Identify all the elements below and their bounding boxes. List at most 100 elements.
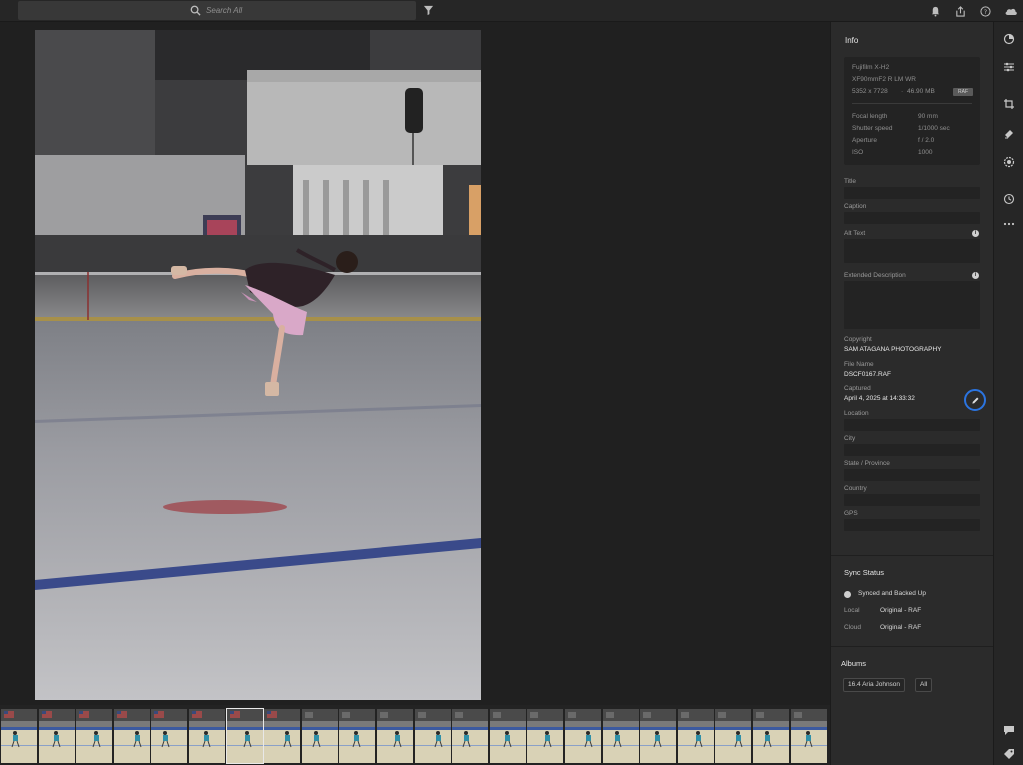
edit-capture-time-button[interactable]	[964, 389, 986, 411]
copyright-value[interactable]: SAM ATAGANA PHOTOGRAPHY	[844, 346, 942, 353]
pencil-icon	[971, 397, 978, 404]
photo-viewport[interactable]	[0, 22, 830, 705]
shutter-speed-value: 1/1000 sec	[918, 125, 950, 132]
alt-text-field[interactable]	[844, 239, 980, 263]
state-field[interactable]	[844, 469, 980, 481]
gps-field[interactable]	[844, 519, 980, 531]
filmstrip-thumbnail[interactable]	[640, 709, 676, 763]
crop-icon[interactable]	[1001, 96, 1017, 112]
filmstrip-thumbnail[interactable]	[715, 709, 751, 763]
filmstrip-thumbnail[interactable]	[452, 709, 488, 763]
local-value: Original - RAF	[880, 607, 922, 614]
caption-label: Caption	[844, 203, 867, 210]
keywords-icon[interactable]	[1001, 746, 1017, 762]
filmstrip-thumbnail[interactable]	[565, 709, 601, 763]
gps-label: GPS	[844, 510, 858, 517]
filmstrip-thumbnail[interactable]	[753, 709, 789, 763]
filmstrip-thumbnail[interactable]	[114, 709, 150, 763]
filmstrip-thumbnail[interactable]	[151, 709, 187, 763]
copyright-label: Copyright	[844, 336, 872, 343]
iso-label: ISO	[852, 149, 864, 156]
main-photo[interactable]	[35, 30, 481, 700]
filmstrip-thumbnail[interactable]	[264, 709, 300, 763]
shutter-speed-label: Shutter speed	[852, 125, 893, 132]
filmstrip-thumbnail[interactable]	[302, 709, 338, 763]
versions-icon[interactable]	[1001, 191, 1017, 207]
file-name-label: File Name	[844, 361, 874, 368]
iso-value: 1000	[918, 149, 933, 156]
aperture-value: f / 2.0	[918, 137, 935, 144]
sync-status-title: Sync Status	[844, 568, 885, 577]
sync-cloud-row: Cloud Original - RAF	[844, 624, 921, 631]
presets-icon[interactable]	[1001, 31, 1017, 47]
image-dimensions: 5352 x 7728	[852, 88, 888, 95]
filmstrip-thumbnail[interactable]	[678, 709, 714, 763]
share-icon[interactable]	[948, 0, 973, 22]
healing-icon[interactable]	[1001, 125, 1017, 141]
section-divider	[831, 646, 994, 647]
cloud-value: Original - RAF	[880, 624, 922, 631]
cloud-label: Cloud	[844, 624, 861, 631]
caption-field[interactable]	[844, 212, 980, 224]
panel-title: Info	[845, 36, 859, 45]
title-label: Title	[844, 178, 857, 185]
filmstrip-thumbnail[interactable]	[226, 708, 264, 764]
filmstrip-thumbnail[interactable]	[490, 709, 526, 763]
location-field[interactable]	[844, 419, 980, 431]
comments-icon[interactable]	[1001, 722, 1017, 738]
filmstrip	[0, 705, 830, 765]
sync-local-row: Local Original - RAF	[844, 607, 921, 614]
edit-sliders-icon[interactable]	[1001, 59, 1017, 75]
top-bar: ?	[0, 0, 1023, 22]
masking-icon[interactable]	[1001, 154, 1017, 170]
svg-text:?: ?	[984, 7, 987, 15]
camera-model: Fujifilm X-H2	[852, 64, 890, 71]
bell-icon[interactable]	[923, 0, 948, 22]
filmstrip-thumbnail[interactable]	[1, 709, 37, 763]
filmstrip-thumbnail[interactable]	[39, 709, 75, 763]
alt-text-label: Alt Text	[844, 230, 866, 237]
sync-status-text: Synced and Backed Up	[858, 590, 926, 597]
album-chip-all[interactable]: All	[915, 678, 933, 692]
dimension-separator: ·	[901, 88, 904, 95]
filmstrip-thumbnail[interactable]	[603, 709, 639, 763]
camera-divider	[852, 103, 972, 104]
filmstrip-thumbnail[interactable]	[76, 709, 112, 763]
lens-model: XF90mmF2 R LM WR	[852, 76, 916, 83]
extended-description-field[interactable]	[844, 281, 980, 329]
format-badge: RAF	[953, 88, 973, 96]
captured-value: April 4, 2025 at 14:33:32	[844, 395, 915, 402]
cloud-icon[interactable]	[998, 0, 1023, 22]
album-chip[interactable]: 16.4 Aria Johnson	[843, 678, 906, 692]
filmstrip-thumbnail[interactable]	[377, 709, 413, 763]
local-label: Local	[844, 607, 860, 614]
filmstrip-thumbnail[interactable]	[415, 709, 451, 763]
top-right-icons: ?	[923, 0, 1023, 22]
more-icon[interactable]	[1001, 216, 1017, 232]
albums-title: Albums	[841, 659, 867, 668]
country-label: Country	[844, 485, 867, 492]
check-icon	[844, 591, 851, 598]
search-box[interactable]	[18, 1, 416, 20]
search-icon	[190, 5, 201, 16]
extended-description-label: Extended Description	[844, 272, 906, 279]
state-label: State / Province	[844, 460, 890, 467]
filmstrip-thumbnail[interactable]	[339, 709, 375, 763]
camera-info-box: Fujifilm X-H2 XF90mmF2 R LM WR 5352 x 77…	[844, 57, 980, 165]
info-panel: Info Fujifilm X-H2 XF90mmF2 R LM WR 5352…	[830, 22, 994, 765]
filter-icon[interactable]	[423, 5, 434, 16]
country-field[interactable]	[844, 494, 980, 506]
extended-description-info-icon[interactable]: i	[972, 272, 979, 279]
filmstrip-thumbnail[interactable]	[791, 709, 827, 763]
filmstrip-thumbnail[interactable]	[189, 709, 225, 763]
section-divider	[831, 555, 994, 556]
alt-text-info-icon[interactable]: i	[972, 230, 979, 237]
title-field[interactable]	[844, 187, 980, 199]
search-input[interactable]	[206, 2, 406, 19]
filmstrip-thumbnail[interactable]	[527, 709, 563, 763]
city-field[interactable]	[844, 444, 980, 456]
captured-label: Captured	[844, 385, 871, 392]
right-toolbar	[993, 22, 1023, 765]
file-size: 46.90 MB	[907, 88, 935, 95]
help-icon[interactable]: ?	[973, 0, 998, 22]
